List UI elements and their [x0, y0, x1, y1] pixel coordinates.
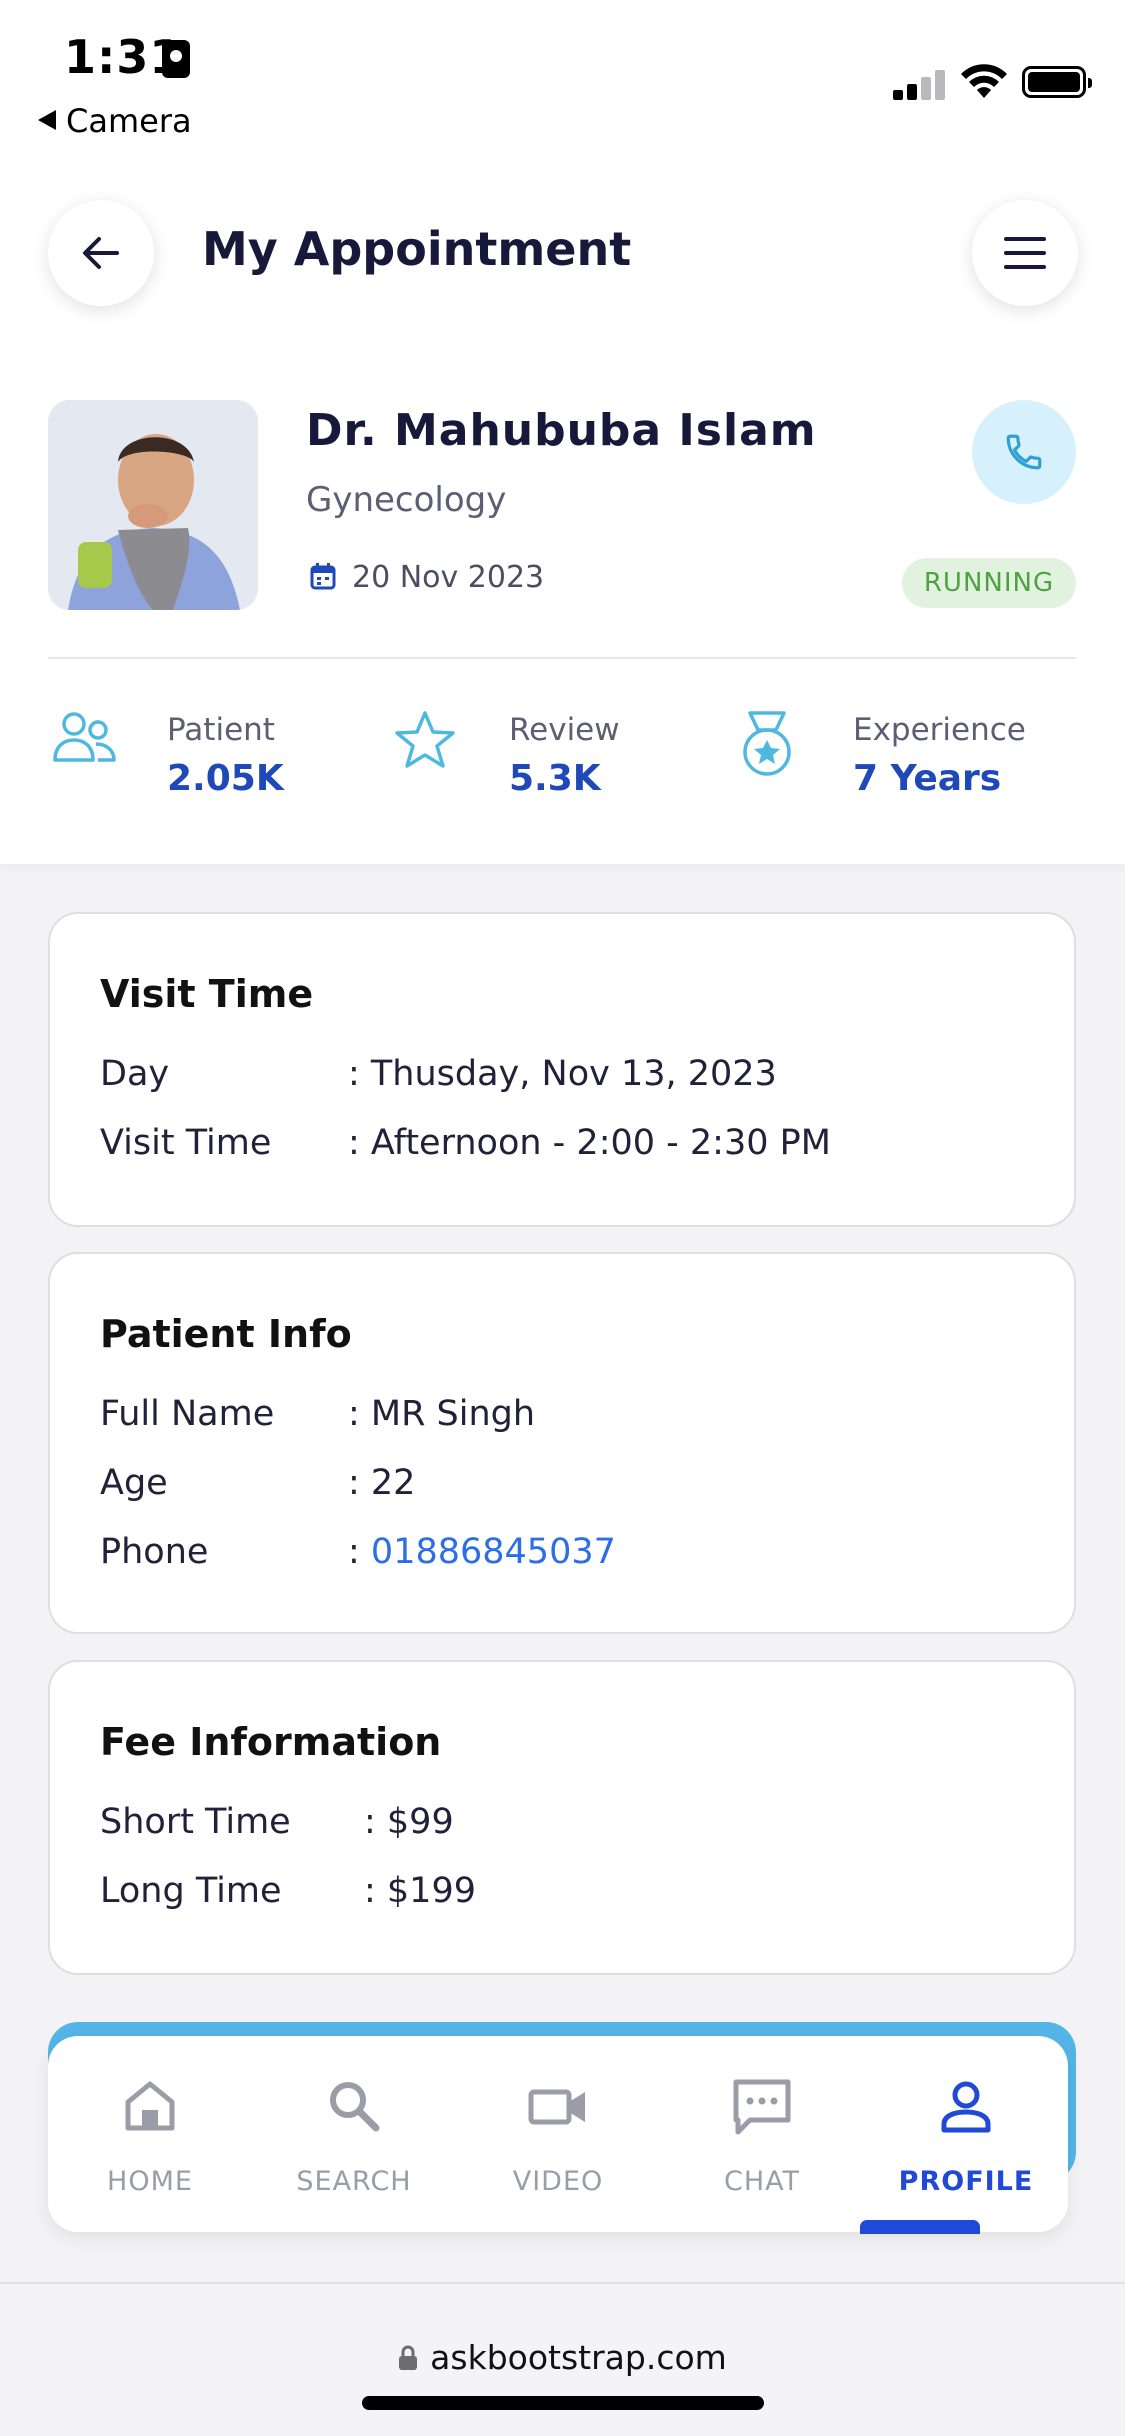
page-title: My Appointment — [202, 222, 632, 276]
home-indicator[interactable] — [362, 2396, 764, 2410]
doctor-name: Dr. Mahububa Islam — [306, 405, 817, 456]
stat-value: 5.3K — [509, 758, 601, 799]
users-icon — [53, 712, 116, 762]
nav-label: VIDEO — [512, 2166, 604, 2197]
row-value: : Afternoon - 2:00 - 2:30 PM — [348, 1123, 831, 1163]
row-value: : $99 — [364, 1802, 454, 1842]
row-value: : Thusday, Nov 13, 2023 — [348, 1054, 777, 1094]
nav-item-video[interactable]: VIDEO — [456, 2036, 660, 2232]
card-heading: Visit Time — [100, 972, 314, 1016]
phone-icon — [1006, 434, 1042, 470]
back-to-camera-link[interactable]: Camera — [38, 102, 192, 140]
back-app-label: Camera — [66, 102, 192, 140]
calendar-icon — [310, 563, 336, 590]
card-heading: Fee Information — [100, 1720, 442, 1764]
arrow-left-icon — [83, 237, 119, 269]
patient-info-card: Patient Info Full Name : MR Singh Age : … — [48, 1252, 1076, 1634]
status-badge: RUNNING — [902, 558, 1076, 608]
doctor-panel: My Appointment Dr. Mahububa Islam Gyneco… — [0, 170, 1125, 864]
chat-icon — [733, 2079, 791, 2135]
bottom-navigation: HOME SEARCH VIDEO CHAT PROFILE — [48, 2036, 1068, 2232]
back-triangle-icon — [38, 110, 56, 130]
wifi-icon — [961, 64, 1007, 98]
stat-label: Experience — [853, 712, 1026, 748]
nav-label: PROFILE — [898, 2166, 1034, 2197]
nav-item-search[interactable]: SEARCH — [252, 2036, 456, 2232]
row-key: Day — [100, 1054, 170, 1094]
row-value: : MR Singh — [348, 1394, 536, 1434]
card-heading: Patient Info — [100, 1312, 352, 1356]
fee-information-card: Fee Information Short Time : $99 Long Ti… — [48, 1660, 1076, 1975]
visit-time-card: Visit Time Day : Thusday, Nov 13, 2023 V… — [48, 912, 1076, 1227]
call-button[interactable] — [972, 400, 1076, 504]
row-value: : 01886845037 — [348, 1532, 616, 1572]
stat-label: Review — [509, 712, 620, 748]
cellular-signal-icon — [893, 70, 945, 100]
divider — [48, 657, 1076, 659]
nav-item-chat[interactable]: CHAT — [660, 2036, 864, 2232]
nav-label: HOME — [107, 2166, 193, 2197]
row-key: Phone — [100, 1532, 209, 1572]
doctor-specialty: Gynecology — [306, 480, 507, 520]
nav-item-home[interactable]: HOME — [48, 2036, 252, 2232]
doctor-photo-illustration — [48, 400, 258, 610]
lock-icon — [399, 2345, 418, 2370]
nav-label: SEARCH — [296, 2166, 412, 2197]
active-tab-indicator — [860, 2220, 980, 2234]
menu-button[interactable] — [972, 200, 1078, 306]
doctor-avatar — [48, 400, 258, 610]
stat-value: 2.05K — [167, 758, 284, 799]
appointment-date: 20 Nov 2023 — [352, 560, 545, 595]
status-bar: 1:31 Camera — [0, 0, 1125, 170]
url-display[interactable]: askbootstrap.com — [0, 2338, 1125, 2377]
row-key: Full Name — [100, 1394, 275, 1434]
nav-label: CHAT — [723, 2166, 801, 2197]
nav-item-profile[interactable]: PROFILE — [864, 2036, 1068, 2232]
row-value: : 22 — [348, 1463, 416, 1503]
battery-icon — [1022, 66, 1092, 98]
stat-label: Patient — [167, 712, 275, 748]
phone-prefix: : — [348, 1532, 371, 1572]
browser-url-bar[interactable]: askbootstrap.com — [0, 2282, 1125, 2436]
star-icon — [395, 711, 455, 768]
search-icon — [330, 2082, 380, 2132]
profile-icon — [941, 2081, 991, 2133]
home-icon — [125, 2081, 175, 2131]
row-key: Age — [100, 1463, 168, 1503]
video-icon — [528, 2089, 585, 2125]
row-key: Short Time — [100, 1802, 291, 1842]
hamburger-menu-icon — [1004, 237, 1046, 269]
row-key: Long Time — [100, 1871, 282, 1911]
medal-icon — [743, 711, 791, 776]
row-value: : $199 — [364, 1871, 476, 1911]
stat-value: 7 Years — [853, 758, 1002, 799]
phone-link[interactable]: 01886845037 — [371, 1532, 616, 1572]
back-button[interactable] — [48, 200, 154, 306]
row-key: Visit Time — [100, 1123, 272, 1163]
contact-badge-icon — [162, 40, 190, 78]
url-text: askbootstrap.com — [430, 2338, 727, 2377]
